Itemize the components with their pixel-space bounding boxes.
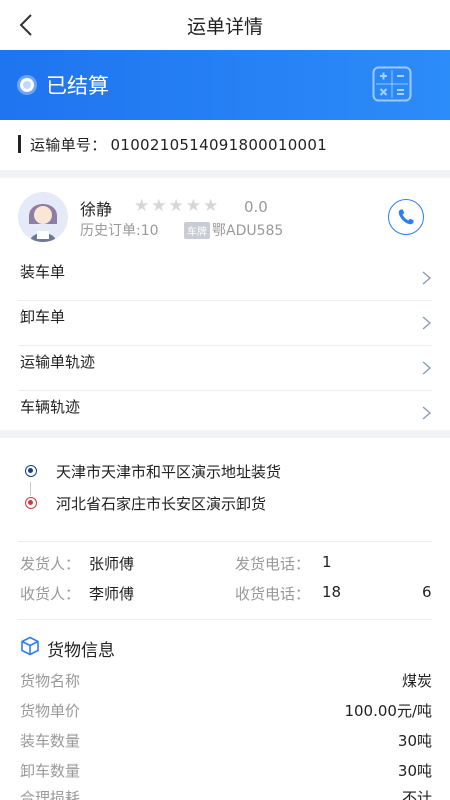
- chevron-right-icon: [422, 316, 432, 330]
- waybill-value: 0100210514091800010001: [110, 136, 328, 154]
- driver-avatar: [18, 192, 68, 242]
- shipper-phone-label: 发货电话：: [235, 555, 311, 573]
- box-icon: [21, 636, 39, 656]
- goods-row: 货物单价 100.00元/吨: [0, 696, 450, 726]
- plate-tag: 车牌: [184, 222, 210, 239]
- star-icon: ★: [185, 196, 203, 216]
- waybill-label: 运输单号：: [30, 136, 107, 154]
- goods-value: 30吨: [397, 762, 432, 780]
- goods-label: 货物单价: [20, 702, 81, 720]
- top-bar: 运单详情: [0, 0, 450, 50]
- goods-label: 卸车数量: [20, 762, 81, 780]
- rating-score: 0.0: [244, 198, 268, 216]
- menu-item-label: 车辆轨迹: [20, 398, 81, 416]
- star-rating: ★★★★★: [134, 196, 220, 216]
- goods-value: 100.00元/吨: [344, 702, 432, 720]
- driver-name: 徐静: [80, 200, 113, 219]
- unload-address: 河北省石家庄市长安区演示卸货: [56, 495, 267, 513]
- status-banner: 已结算: [0, 50, 450, 120]
- goods-header: 货物信息: [0, 628, 450, 666]
- waybill-number-row: 运输单号： 0100210514091800010001: [0, 120, 450, 170]
- divider: [18, 619, 432, 620]
- goods-value: 不计: [401, 789, 432, 800]
- star-icon: ★: [134, 196, 152, 216]
- menu-item-waybill-track[interactable]: 运输单轨迹: [18, 346, 432, 391]
- route-connector: [30, 482, 31, 496]
- phone-icon: [398, 209, 414, 225]
- star-icon: ★: [203, 196, 221, 216]
- menu-item-label: 装车单: [20, 263, 66, 281]
- calculator-icon: [372, 66, 412, 102]
- chevron-right-icon: [422, 271, 432, 285]
- shipper-label: 发货人：: [20, 555, 81, 573]
- menu-item-label: 运输单轨迹: [20, 353, 96, 371]
- status-dot-icon: [20, 78, 34, 92]
- history-orders: 历史订单:10: [80, 223, 159, 239]
- call-driver-button[interactable]: [388, 199, 424, 235]
- receiver-phone-start[interactable]: 18: [322, 583, 341, 601]
- goods-value: 煤炭: [401, 672, 432, 690]
- shipper-phone[interactable]: 1: [322, 553, 332, 571]
- goods-label: 装车数量: [20, 732, 81, 750]
- goods-label: 合理损耗: [20, 789, 81, 800]
- receiver-label: 收货人：: [20, 585, 81, 603]
- page-title: 运单详情: [186, 16, 263, 38]
- goods-row: 货物名称 煤炭: [0, 666, 450, 696]
- route-section: 天津市天津市和平区演示地址装货 河北省石家庄市长安区演示卸货: [0, 446, 450, 541]
- shipper-name: 张师傅: [89, 555, 135, 573]
- receiver-name: 李师傅: [89, 585, 135, 603]
- load-address: 天津市天津市和平区演示地址装货: [56, 463, 282, 481]
- receiver-phone-end: 6: [422, 583, 432, 601]
- status-text: 已结算: [46, 74, 109, 98]
- goods-value: 30吨: [397, 732, 432, 750]
- menu-item-loading-bill[interactable]: 装车单: [18, 256, 432, 301]
- section-gap: [0, 430, 450, 438]
- menu-item-label: 卸车单: [20, 308, 66, 326]
- plate-number: 鄂ADU585: [212, 223, 284, 239]
- load-point-icon: [25, 465, 37, 477]
- goods-title: 货物信息: [47, 641, 115, 661]
- driver-card: 徐静 ★★★★★ 0.0 历史订单:10 车牌 鄂ADU585: [0, 178, 450, 254]
- goods-row: 合理损耗 不计: [0, 780, 450, 800]
- star-icon: ★: [168, 196, 186, 216]
- chevron-right-icon: [422, 361, 432, 375]
- goods-label: 货物名称: [20, 672, 81, 690]
- chevron-right-icon: [422, 406, 432, 420]
- star-icon: ★: [151, 196, 169, 216]
- receiver-phone-label: 收货电话：: [235, 585, 311, 603]
- menu-item-unloading-bill[interactable]: 卸车单: [18, 301, 432, 346]
- accent-bar: [18, 135, 21, 153]
- unload-point-icon: [25, 497, 37, 509]
- waybill-number: 运输单号： 0100210514091800010001: [30, 134, 327, 155]
- section-gap: [0, 170, 450, 178]
- goods-row: 装车数量 30吨: [0, 726, 450, 756]
- contacts-section: 发货人： 张师傅 发货电话： 1 收货人： 李师傅 收货电话： 18 6: [0, 541, 450, 619]
